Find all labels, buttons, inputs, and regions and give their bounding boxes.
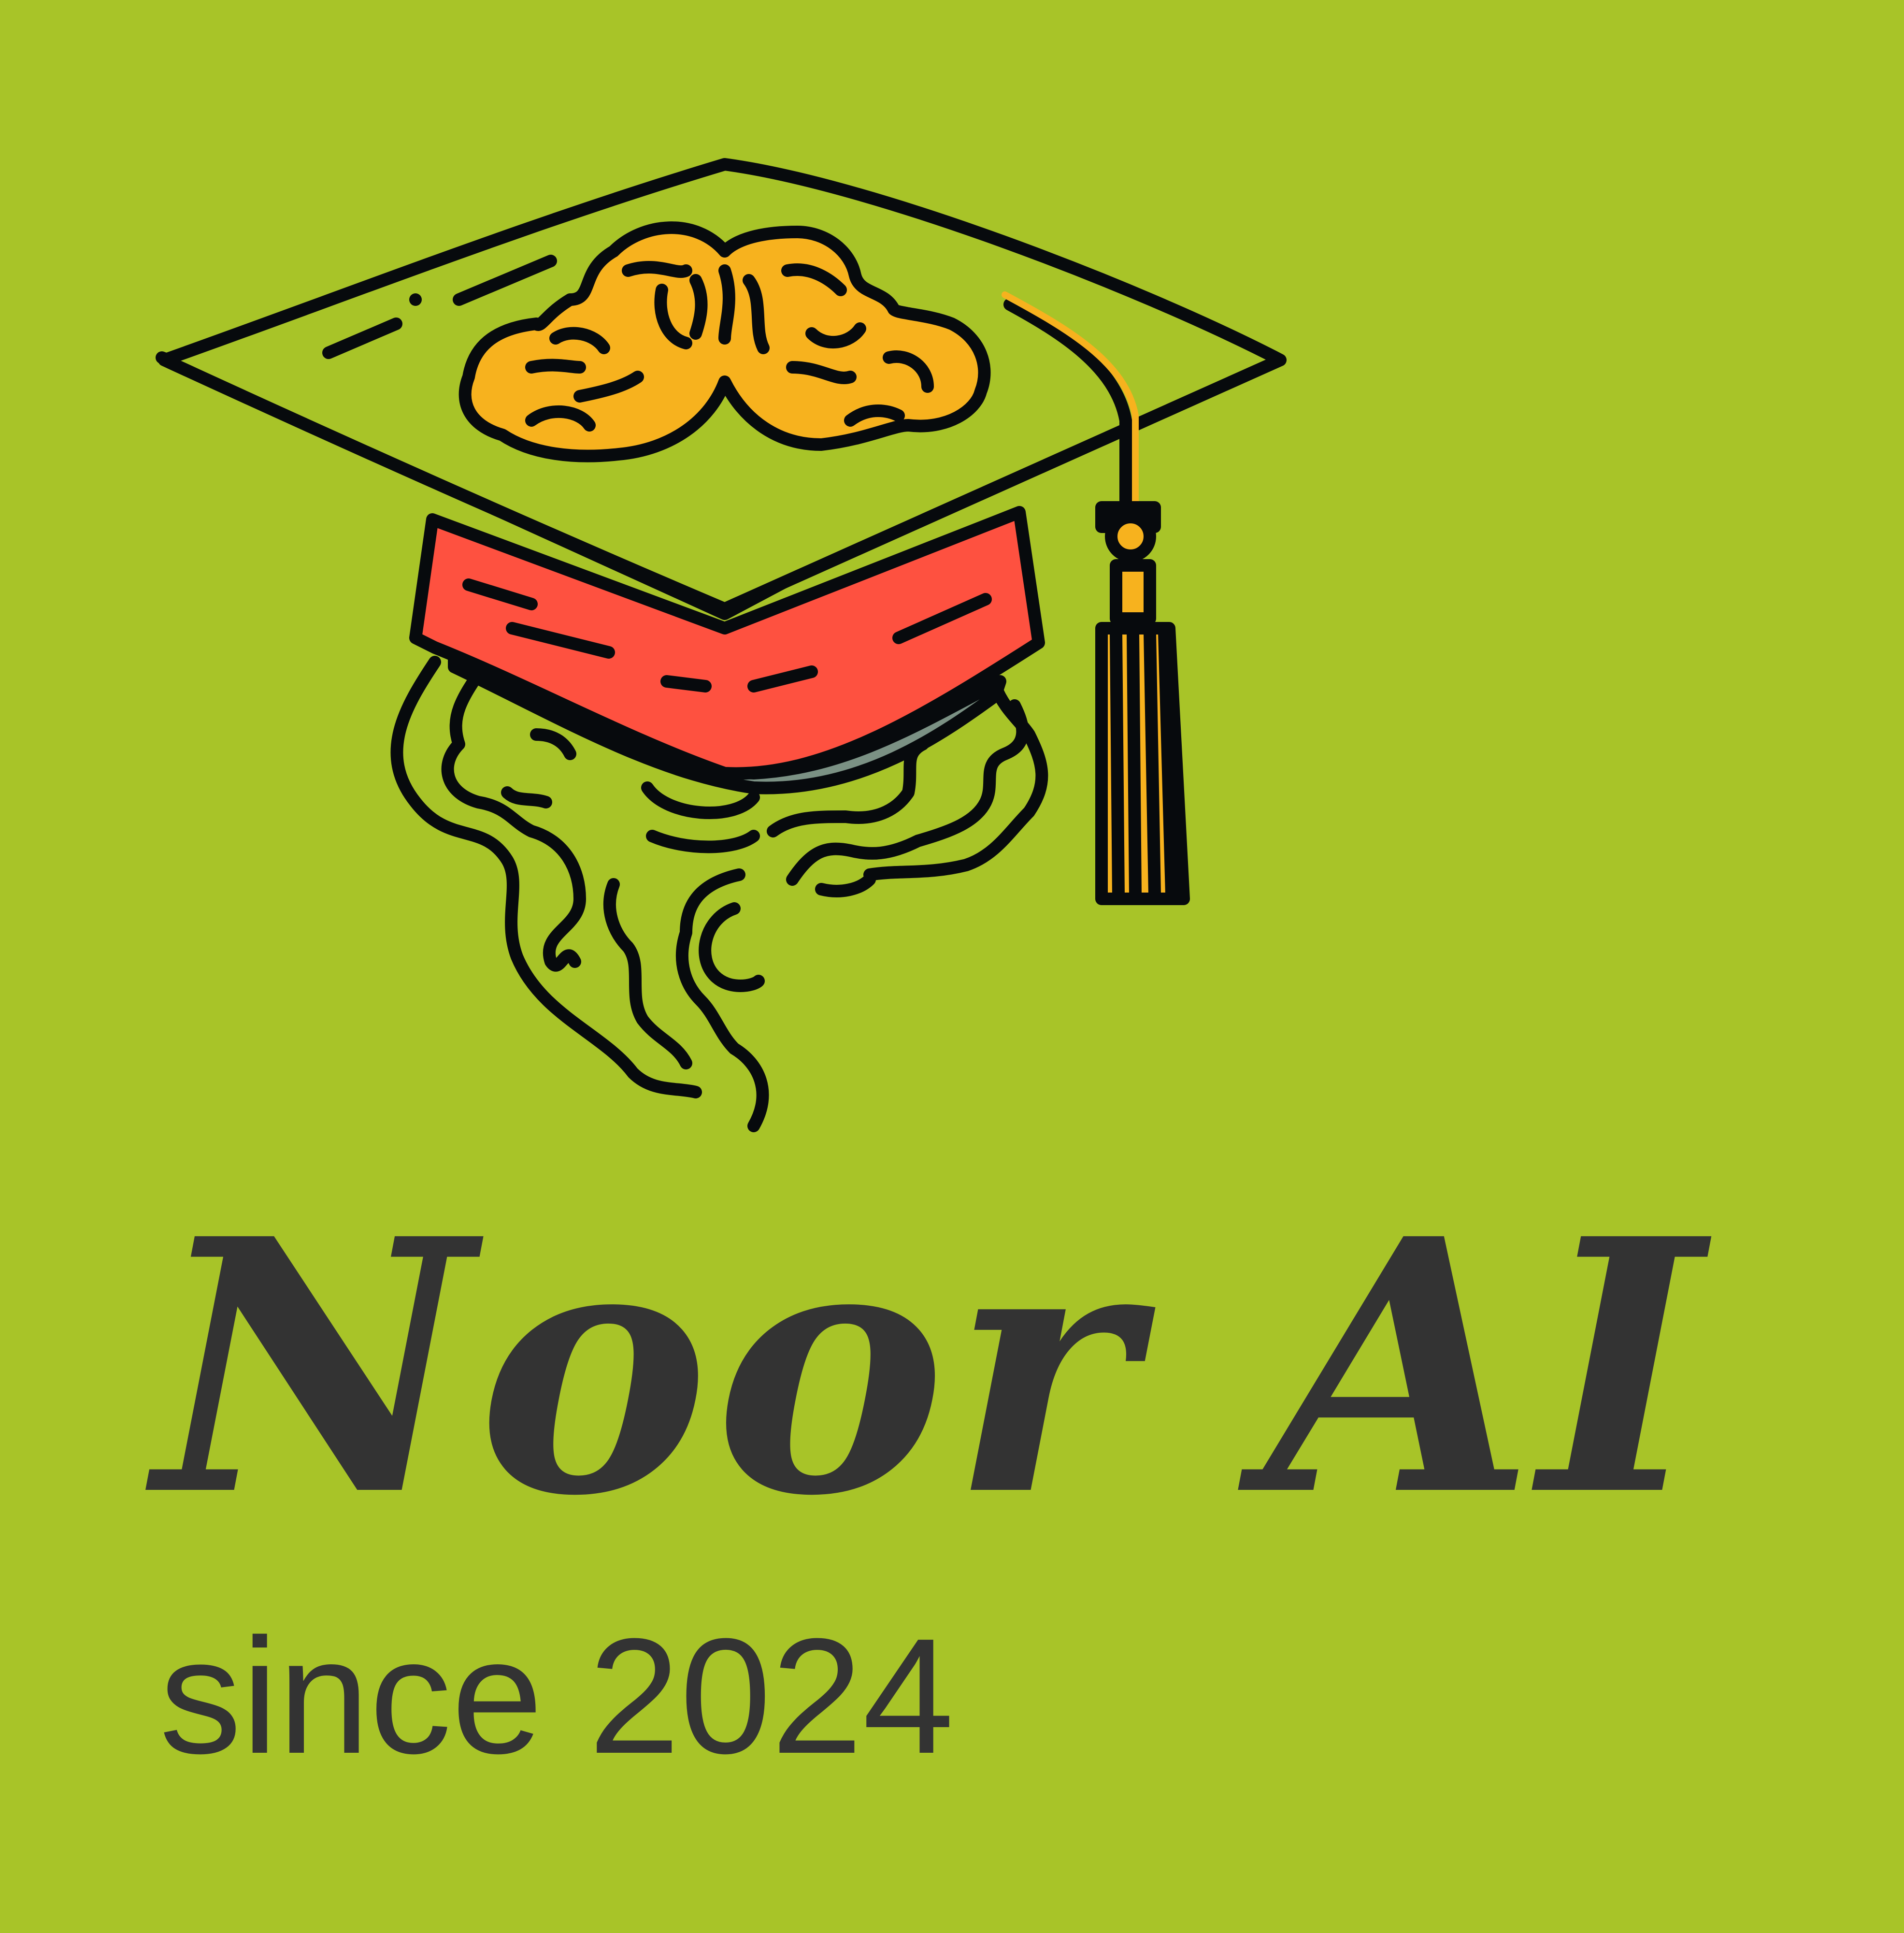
brand-name: Noor AI — [155, 1163, 1708, 1572]
graduation-cap-brain-icon — [156, 158, 1287, 1132]
brand-tagline: since 2024 — [159, 1604, 954, 1788]
logo-canvas: Noor AI since 2024 — [0, 0, 1904, 1933]
